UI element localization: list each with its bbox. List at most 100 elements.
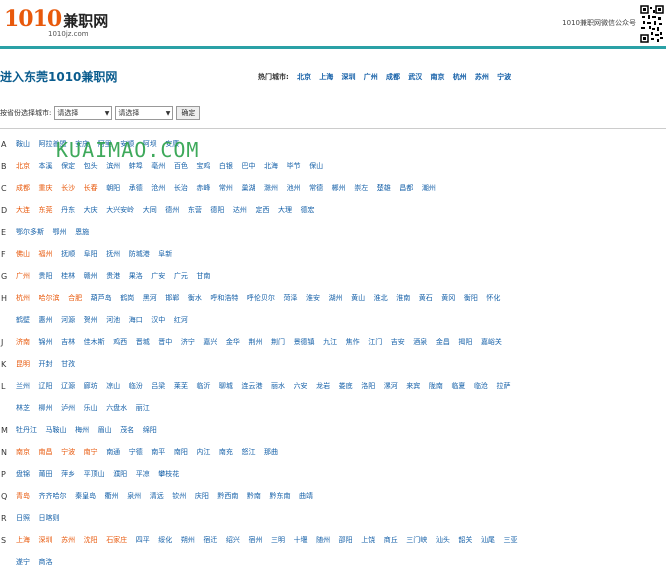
- city-link[interactable]: 丽水: [271, 382, 285, 390]
- province-select[interactable]: 请选择 ▼: [54, 106, 113, 120]
- city-link[interactable]: 大兴安岭: [106, 206, 134, 214]
- city-link[interactable]: 重庆: [39, 184, 53, 192]
- city-link[interactable]: 邵阳: [339, 536, 353, 544]
- city-link[interactable]: 平顶山: [84, 470, 105, 478]
- city-link[interactable]: 常德: [309, 184, 323, 192]
- city-link[interactable]: 荆门: [271, 338, 285, 346]
- city-link[interactable]: 郴州: [332, 184, 346, 192]
- city-link[interactable]: 大庆: [84, 206, 98, 214]
- city-link[interactable]: 抚州: [106, 250, 120, 258]
- city-link[interactable]: 莆田: [39, 470, 53, 478]
- city-link[interactable]: 茂名: [120, 426, 134, 434]
- city-link[interactable]: 丽江: [136, 404, 150, 412]
- city-link[interactable]: 哈尔滨: [39, 294, 60, 302]
- city-link[interactable]: 德阳: [210, 206, 224, 214]
- city-link[interactable]: 鹤壁: [16, 316, 30, 324]
- city-link[interactable]: 兰州: [16, 382, 30, 390]
- city-link[interactable]: 临沧: [474, 382, 488, 390]
- city-link[interactable]: 长治: [174, 184, 188, 192]
- city-link[interactable]: 汉中: [151, 316, 165, 324]
- city-link[interactable]: 梅州: [75, 426, 89, 434]
- city-link[interactable]: 长沙: [61, 184, 75, 192]
- city-link[interactable]: 辽源: [61, 382, 75, 390]
- city-link[interactable]: 大同: [143, 206, 157, 214]
- city-link[interactable]: 丹东: [61, 206, 75, 214]
- city-link[interactable]: 酒泉: [413, 338, 427, 346]
- city-link[interactable]: 黄冈: [441, 294, 455, 302]
- city-link[interactable]: 北京: [16, 162, 30, 170]
- city-link[interactable]: 开封: [39, 360, 53, 368]
- city-link[interactable]: 平凉: [136, 470, 150, 478]
- hot-city-link[interactable]: 南京: [430, 73, 444, 81]
- city-link[interactable]: 吉林: [61, 338, 75, 346]
- city-link[interactable]: 沧州: [151, 184, 165, 192]
- city-link[interactable]: 连云港: [241, 382, 262, 390]
- city-link[interactable]: 朔州: [181, 536, 195, 544]
- city-link[interactable]: 昌都: [399, 184, 413, 192]
- hot-city-link[interactable]: 北京: [297, 73, 311, 81]
- city-link[interactable]: 绵阳: [143, 426, 157, 434]
- city-link[interactable]: 贺州: [84, 316, 98, 324]
- city-link[interactable]: 黔西南: [217, 492, 238, 500]
- city-link[interactable]: 南充: [219, 448, 233, 456]
- city-link[interactable]: 临夏: [451, 382, 465, 390]
- city-link[interactable]: 大连: [16, 206, 30, 214]
- hot-city-link[interactable]: 宁波: [497, 73, 511, 81]
- city-link[interactable]: 凉山: [106, 382, 120, 390]
- city-link[interactable]: 东莞: [39, 206, 53, 214]
- city-link[interactable]: 呼和浩特: [210, 294, 238, 302]
- city-link[interactable]: 赤峰: [196, 184, 210, 192]
- city-link[interactable]: 三门峡: [406, 536, 427, 544]
- city-link[interactable]: 抚顺: [61, 250, 75, 258]
- city-link[interactable]: 防城港: [129, 250, 150, 258]
- city-link[interactable]: 甘南: [196, 272, 210, 280]
- city-link[interactable]: 晋城: [136, 338, 150, 346]
- city-link[interactable]: 上饶: [361, 536, 375, 544]
- city-link[interactable]: 阜阳: [84, 250, 98, 258]
- city-select[interactable]: 请选择 ▼: [115, 106, 174, 120]
- city-link[interactable]: 清远: [150, 492, 164, 500]
- city-link[interactable]: 揭阳: [458, 338, 472, 346]
- city-link[interactable]: 聊城: [219, 382, 233, 390]
- city-link[interactable]: 那曲: [264, 448, 278, 456]
- city-link[interactable]: 商丘: [384, 536, 398, 544]
- city-link[interactable]: 菏泽: [283, 294, 297, 302]
- city-link[interactable]: 济宁: [181, 338, 195, 346]
- city-link[interactable]: 苏州: [61, 536, 75, 544]
- city-link[interactable]: 汕头: [436, 536, 450, 544]
- city-link[interactable]: 黄山: [351, 294, 365, 302]
- city-link[interactable]: 大理: [278, 206, 292, 214]
- city-link[interactable]: 荆州: [248, 338, 262, 346]
- hot-city-link[interactable]: 深圳: [342, 73, 356, 81]
- city-link[interactable]: 巴中: [241, 162, 255, 170]
- city-link[interactable]: 南平: [151, 448, 165, 456]
- city-link[interactable]: 佛山: [16, 250, 30, 258]
- city-link[interactable]: 恩施: [75, 228, 89, 236]
- city-link[interactable]: 南昌: [39, 448, 53, 456]
- city-link[interactable]: 辽阳: [39, 382, 53, 390]
- city-link[interactable]: 宁德: [129, 448, 143, 456]
- city-link[interactable]: 南通: [106, 448, 120, 456]
- city-link[interactable]: 南京: [16, 448, 30, 456]
- hot-city-link[interactable]: 苏州: [475, 73, 489, 81]
- city-link[interactable]: 湖州: [329, 294, 343, 302]
- city-link[interactable]: 葫芦岛: [91, 294, 112, 302]
- city-link[interactable]: 嘉峪关: [481, 338, 502, 346]
- city-link[interactable]: 杭州: [16, 294, 30, 302]
- city-link[interactable]: 吉安: [391, 338, 405, 346]
- city-link[interactable]: 绍兴: [226, 536, 240, 544]
- city-link[interactable]: 合肥: [68, 294, 82, 302]
- city-link[interactable]: 惠州: [39, 316, 53, 324]
- city-link[interactable]: 金昌: [436, 338, 450, 346]
- city-link[interactable]: 锦州: [39, 338, 53, 346]
- city-link[interactable]: 沈阳: [84, 536, 98, 544]
- city-link[interactable]: 定西: [255, 206, 269, 214]
- city-link[interactable]: 盘锦: [16, 470, 30, 478]
- city-link[interactable]: 眉山: [98, 426, 112, 434]
- city-link[interactable]: 绥化: [158, 536, 172, 544]
- city-link[interactable]: 临汾: [129, 382, 143, 390]
- city-link[interactable]: 亳州: [151, 162, 165, 170]
- city-link[interactable]: 十堰: [294, 536, 308, 544]
- city-link[interactable]: 常州: [219, 184, 233, 192]
- city-link[interactable]: 淮南: [396, 294, 410, 302]
